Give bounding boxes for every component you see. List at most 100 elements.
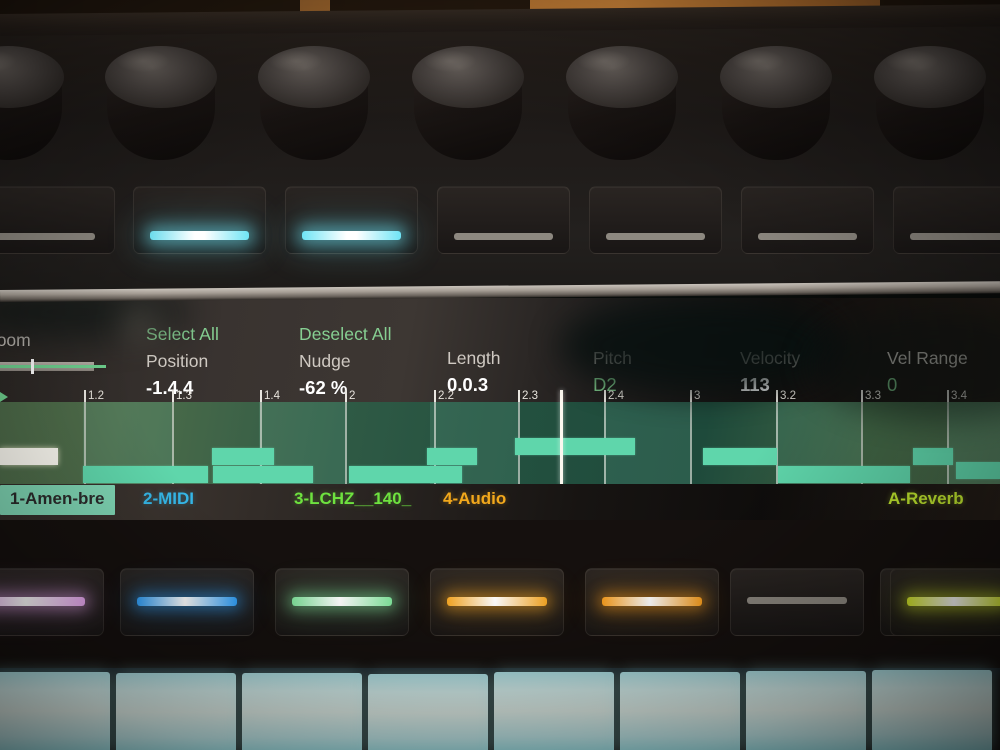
zoom-slider-fill: [0, 365, 106, 368]
encoder-knob-4[interactable]: [412, 38, 524, 160]
param-column-pitch[interactable]: Pitch D2: [593, 348, 632, 396]
knob-highlight: [578, 50, 630, 72]
bottom-button-5[interactable]: [585, 568, 719, 636]
knob-highlight: [732, 50, 784, 72]
top-button-1[interactable]: [0, 186, 115, 254]
bottom-button-1-led: [0, 597, 85, 606]
top-button-6[interactable]: [741, 186, 874, 254]
bottom-button-1[interactable]: [0, 568, 104, 636]
encoder-knob-2[interactable]: [105, 38, 217, 160]
midi-note[interactable]: [349, 466, 462, 483]
lower-button-row: [0, 568, 1000, 642]
display-canvas: Zoom Select All Position -1.4.4 Deselect…: [0, 298, 1000, 520]
midi-note[interactable]: [213, 466, 313, 483]
midi-note[interactable]: [427, 448, 477, 465]
encoder-knob-5[interactable]: [566, 38, 678, 160]
top-button-4-led: [453, 233, 554, 240]
param-label-position: Position: [146, 351, 209, 371]
bottom-button-5-led: [601, 597, 703, 606]
ruler-label-2-2: 2.2: [438, 390, 454, 402]
ruler-label-3-4: 3.4: [951, 390, 967, 402]
param-label-velocity: Velocity: [740, 348, 801, 368]
encoder-knob-3[interactable]: [258, 38, 370, 160]
param-column-velocity[interactable]: Velocity 113: [740, 348, 800, 396]
parameter-header: Zoom Select All Position -1.4.4 Deselect…: [0, 298, 1000, 398]
encoder-knob-1[interactable]: [0, 38, 64, 160]
grid-bar-separator: [690, 402, 692, 484]
ruler-label-3: 3: [694, 390, 701, 402]
ruler-label-2: 2: [349, 390, 356, 402]
pad-grid-row: [0, 668, 1000, 750]
pad-3[interactable]: [242, 673, 362, 750]
track-selected-1-Amen-bre[interactable]: 1-Amen-bre: [0, 485, 115, 515]
param-column-nudge[interactable]: Deselect All Nudge -62 %: [299, 298, 392, 399]
knob-highlight: [117, 50, 169, 72]
top-button-6-led: [757, 233, 858, 240]
ruler-label-1-3: 1.3: [176, 390, 192, 402]
encoder-knob-row: [0, 38, 1000, 180]
param-column-length[interactable]: Length 0.0.3: [447, 348, 501, 396]
deselect-all-button[interactable]: Deselect All: [299, 324, 392, 345]
pad-1[interactable]: [0, 672, 110, 750]
top-button-2[interactable]: [133, 186, 266, 254]
midi-note[interactable]: [703, 448, 777, 465]
top-button-7-led: [909, 233, 1000, 240]
encoder-knob-6[interactable]: [720, 38, 832, 160]
param-column-vel-range[interactable]: Vel Range 0: [887, 348, 968, 396]
midi-note[interactable]: [212, 448, 274, 465]
param-label-vel-range: Vel Range: [887, 348, 968, 368]
midi-note[interactable]: [83, 466, 208, 483]
bottom-button-4-led: [446, 597, 548, 606]
track-label-A-Reverb[interactable]: A-Reverb: [888, 489, 964, 509]
pad-8[interactable]: [872, 670, 992, 750]
bottom-button-3[interactable]: [275, 568, 409, 636]
track-name-row[interactable]: 1-Amen-bre 2-MIDI 3-LCHZ__140_ 4-Audio A-Rev…: [0, 484, 1000, 520]
select-all-button[interactable]: Select All: [146, 324, 219, 345]
playhead-marker: [560, 390, 563, 484]
midi-note-selected[interactable]: [0, 448, 58, 465]
top-button-5-led: [605, 233, 706, 240]
track-label-4-Audio[interactable]: 4-Audio: [443, 489, 506, 509]
encoder-knob-7[interactable]: [874, 38, 986, 160]
bottom-button-8[interactable]: [890, 568, 1000, 636]
photo-of-hardware-controller: Zoom Select All Position -1.4.4 Deselect…: [0, 0, 1000, 750]
top-button-4[interactable]: [437, 186, 570, 254]
zoom-slider-handle[interactable]: [31, 359, 34, 374]
pad-6[interactable]: [620, 671, 740, 750]
ruler-label-2-3: 2.3: [522, 390, 538, 402]
bottom-button-8-led: [906, 597, 1000, 606]
pad-2[interactable]: [116, 672, 236, 750]
track-label: 1-Amen-bre: [10, 489, 105, 508]
top-button-7[interactable]: [893, 186, 1000, 254]
param-column-position[interactable]: Select All Position -1.4.4: [146, 298, 219, 399]
knob-highlight: [270, 50, 322, 72]
bottom-button-2[interactable]: [120, 568, 254, 636]
pad-5[interactable]: [494, 672, 614, 750]
bottom-button-4[interactable]: [430, 568, 564, 636]
note-editor-grid[interactable]: [0, 390, 1000, 484]
device-display-screen: Zoom Select All Position -1.4.4 Deselect…: [0, 290, 1000, 520]
midi-note[interactable]: [515, 438, 635, 455]
midi-note[interactable]: [956, 462, 1000, 479]
pad-4[interactable]: [368, 673, 488, 750]
knob-highlight: [886, 50, 938, 72]
pad-7[interactable]: [746, 670, 866, 750]
bottom-button-3-led: [291, 597, 393, 606]
midi-note[interactable]: [778, 466, 910, 483]
track-label-3-LCHZ__140_[interactable]: 3-LCHZ__140_: [294, 489, 411, 509]
track-label-2-MIDI[interactable]: 2-MIDI: [143, 489, 194, 509]
bottom-button-6[interactable]: [730, 568, 864, 636]
top-button-3[interactable]: [285, 186, 418, 254]
param-label-length: Length: [447, 348, 501, 368]
ruler-label-3-3: 3.3: [865, 390, 881, 402]
grid-bar-separator: [345, 402, 347, 484]
param-label-nudge: Nudge: [299, 351, 351, 371]
midi-note[interactable]: [913, 448, 953, 465]
upper-button-row: [0, 186, 1000, 260]
knob-highlight: [424, 50, 476, 72]
zoom-label: Zoom: [0, 330, 31, 350]
top-button-2-led: [149, 231, 250, 240]
bottom-button-6-led: [746, 597, 848, 604]
grid-bar-separator: [947, 402, 949, 484]
top-button-5[interactable]: [589, 186, 722, 254]
